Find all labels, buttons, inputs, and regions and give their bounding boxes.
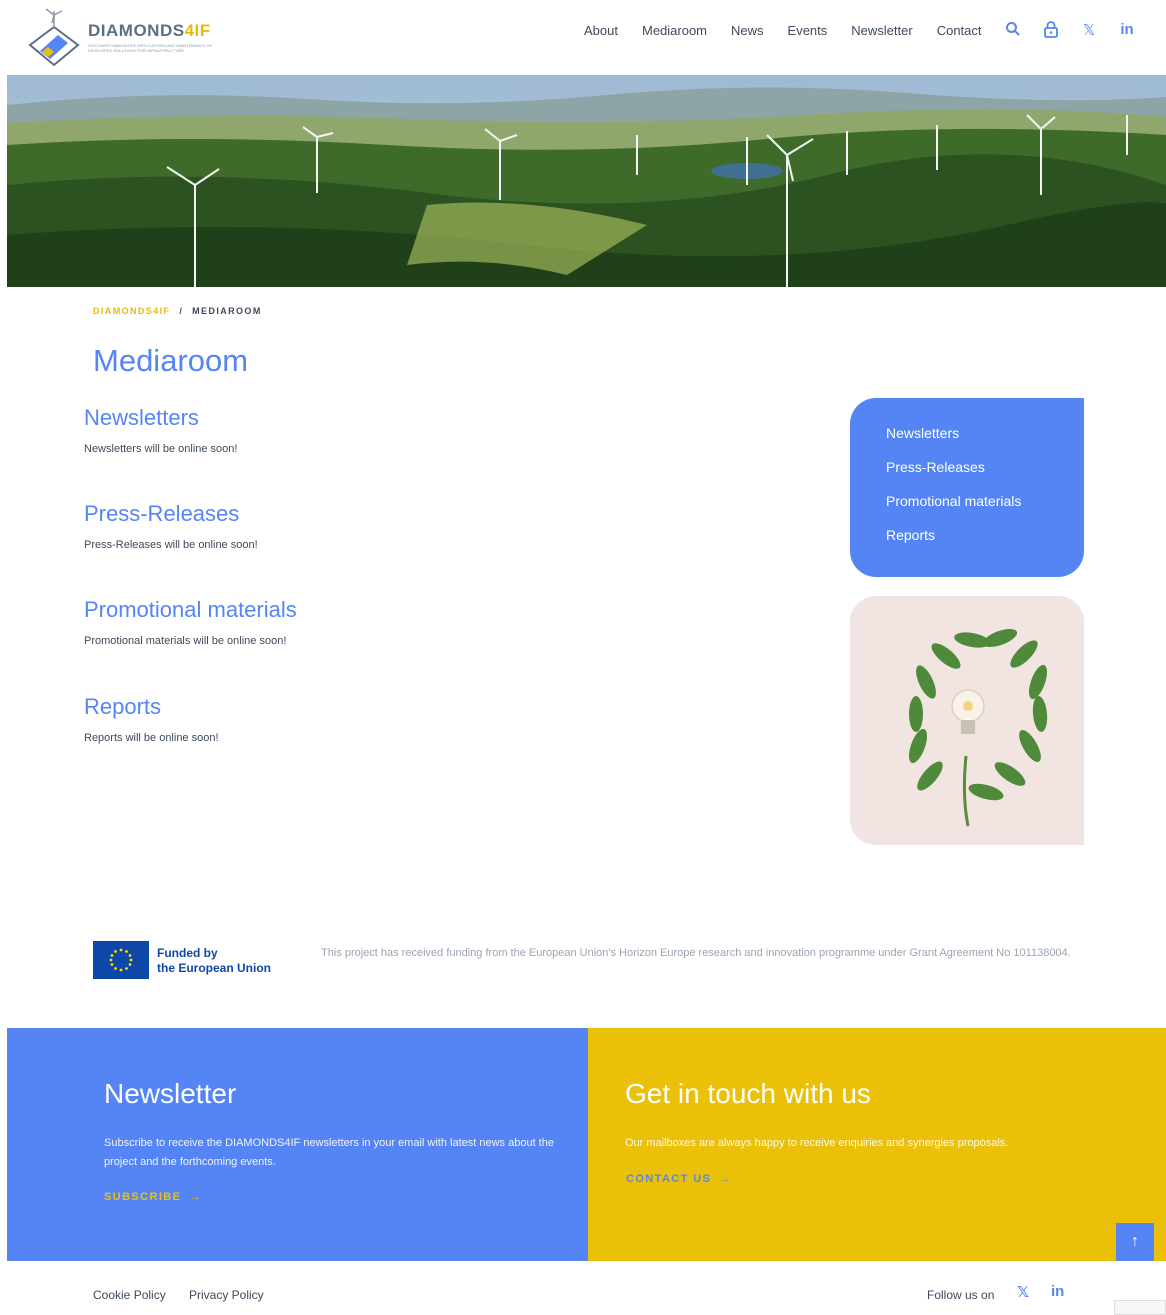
- section-press-releases: Press-Releases Press-Releases will be on…: [84, 501, 258, 551]
- nav-news[interactable]: News: [731, 23, 764, 38]
- section-newsletters: Newsletters Newsletters will be online s…: [84, 405, 237, 455]
- contact-panel: Get in touch with us Our mailboxes are a…: [588, 1028, 1166, 1261]
- contact-us-link[interactable]: CONTACT US →: [626, 1173, 732, 1185]
- arrow-up-icon: ↑: [1131, 1233, 1139, 1250]
- linkedin-icon[interactable]: in: [1118, 21, 1136, 41]
- section-text: Press-Releases will be online soon!: [84, 539, 258, 551]
- x-icon[interactable]: 𝕏: [1080, 21, 1098, 41]
- newsletter-panel: Newsletter Subscribe to receive the DIAM…: [7, 1028, 588, 1261]
- section-heading: Press-Releases: [84, 501, 240, 526]
- newsletter-text: Subscribe to receive the DIAMONDS4IF new…: [104, 1137, 554, 1168]
- eu-flag-icon: [93, 941, 149, 979]
- breadcrumb-current: MEDIAROOM: [192, 306, 262, 316]
- lightbulb-leaves-image: [850, 596, 1084, 845]
- section-heading: Promotional materials: [84, 597, 297, 622]
- newsletter-title: Newsletter: [104, 1078, 237, 1109]
- back-to-top-button[interactable]: ↑: [1116, 1223, 1154, 1261]
- section-heading: Newsletters: [84, 405, 199, 430]
- contact-text: Our mailboxes are always happy to receiv…: [625, 1137, 1009, 1149]
- site-header: DIAMONDS4IF DISCOVERY INNOVATIVE APPLICA…: [0, 0, 1166, 75]
- section-text: Newsletters will be online soon!: [84, 443, 238, 455]
- sidebar-menu: Newsletters Press-Releases Promotional m…: [850, 398, 1084, 577]
- wind-farm-image: [7, 75, 1166, 287]
- header-icons: 𝕏 in: [1004, 21, 1136, 41]
- linkedin-icon[interactable]: in: [1051, 1283, 1064, 1300]
- sidebar-item-press-releases[interactable]: Press-Releases: [886, 458, 1048, 492]
- nav-newsletter[interactable]: Newsletter: [851, 23, 912, 38]
- nav-events[interactable]: Events: [788, 23, 828, 38]
- site-logo[interactable]: DIAMONDS4IF DISCOVERY INNOVATIVE APPLICA…: [28, 6, 248, 68]
- section-heading: Reports: [84, 694, 162, 719]
- breadcrumb-separator: /: [179, 306, 184, 316]
- hero-banner: [7, 75, 1166, 287]
- section-reports: Reports Reports will be online soon!: [84, 694, 219, 744]
- lightbulb-icon: [850, 596, 1084, 845]
- nav-about[interactable]: About: [584, 23, 618, 38]
- breadcrumb-home[interactable]: DIAMONDS4IF: [93, 306, 170, 316]
- breadcrumb: DIAMONDS4IF / MEDIAROOM: [93, 306, 262, 316]
- sidebar-item-newsletters[interactable]: Newsletters: [886, 424, 1048, 458]
- sidebar-item-promotional-materials[interactable]: Promotional materials: [886, 492, 1048, 526]
- search-icon[interactable]: [1004, 21, 1022, 41]
- follow-us-label: Follow us on: [927, 1288, 995, 1302]
- arrow-right-icon: →: [719, 1173, 732, 1185]
- logo-wordmark: DIAMONDS4IF: [88, 21, 211, 40]
- logo-icon: [28, 8, 80, 67]
- funding-note: This project has received funding from t…: [321, 947, 1071, 959]
- privacy-policy-link[interactable]: Privacy Policy: [189, 1288, 264, 1302]
- arrow-right-icon: →: [189, 1191, 202, 1203]
- footer-bar: Cookie Policy Privacy Policy Follow us o…: [0, 1261, 1166, 1315]
- section-text: Reports will be online soon!: [84, 732, 219, 744]
- eu-funded-label: Funded by the European Union: [157, 946, 271, 975]
- x-icon[interactable]: 𝕏: [1017, 1283, 1029, 1301]
- lock-icon[interactable]: [1042, 21, 1060, 41]
- recaptcha-badge: [1114, 1300, 1166, 1315]
- section-text: Promotional materials will be online soo…: [84, 635, 287, 647]
- cookie-policy-link[interactable]: Cookie Policy: [93, 1288, 166, 1302]
- nav-mediaroom[interactable]: Mediaroom: [642, 23, 707, 38]
- contact-title: Get in touch with us: [625, 1078, 871, 1109]
- subscribe-link[interactable]: SUBSCRIBE →: [104, 1191, 202, 1203]
- nav-contact[interactable]: Contact: [937, 23, 982, 38]
- sidebar-item-reports[interactable]: Reports: [886, 526, 1048, 560]
- page-title: Mediaroom: [93, 343, 249, 378]
- main-nav: About Mediaroom News Events Newsletter C…: [584, 23, 1006, 38]
- logo-tagline: DISCOVERY INNOVATIVE APPLICATIONS AND MA…: [88, 43, 213, 53]
- section-promotional-materials: Promotional materials Promotional materi…: [84, 597, 297, 647]
